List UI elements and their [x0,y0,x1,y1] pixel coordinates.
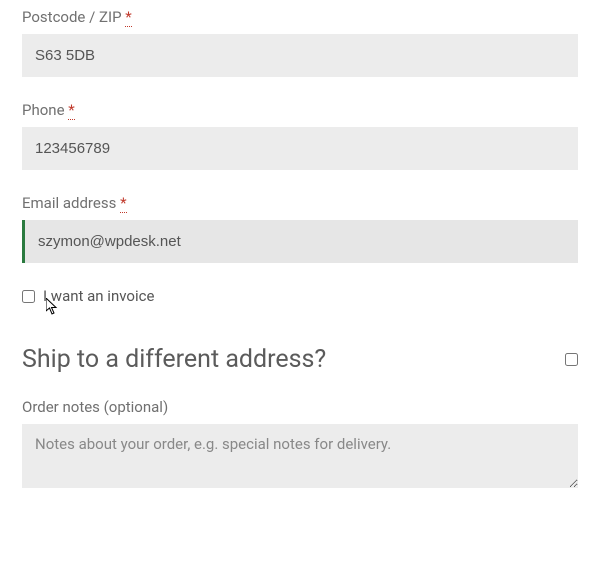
ship-heading: Ship to a different address? [22,345,326,374]
postcode-field-group: Postcode / ZIP * [22,8,578,77]
invoice-checkbox-label[interactable]: I want an invoice [43,287,154,305]
invoice-checkbox[interactable] [22,290,35,303]
email-label: Email address * [22,194,578,212]
postcode-label-text: Postcode / ZIP [22,8,122,26]
phone-input[interactable] [22,127,578,170]
required-asterisk: * [120,194,126,213]
postcode-label: Postcode / ZIP * [22,8,578,26]
order-notes-label: Order notes (optional) [22,398,578,416]
phone-label-text: Phone [22,101,65,119]
email-label-text: Email address [22,194,116,212]
ship-checkbox[interactable] [565,353,578,366]
phone-label: Phone * [22,101,578,119]
ship-heading-row: Ship to a different address? [22,345,578,374]
email-input[interactable] [22,220,578,263]
order-notes-textarea[interactable] [22,424,578,488]
postcode-input[interactable] [22,34,578,77]
order-notes-field-group: Order notes (optional) [22,398,578,492]
required-asterisk: * [68,101,74,120]
email-field-group: Email address * [22,194,578,263]
invoice-checkbox-row: I want an invoice [22,287,578,305]
required-asterisk: * [125,8,131,27]
phone-field-group: Phone * [22,101,578,170]
